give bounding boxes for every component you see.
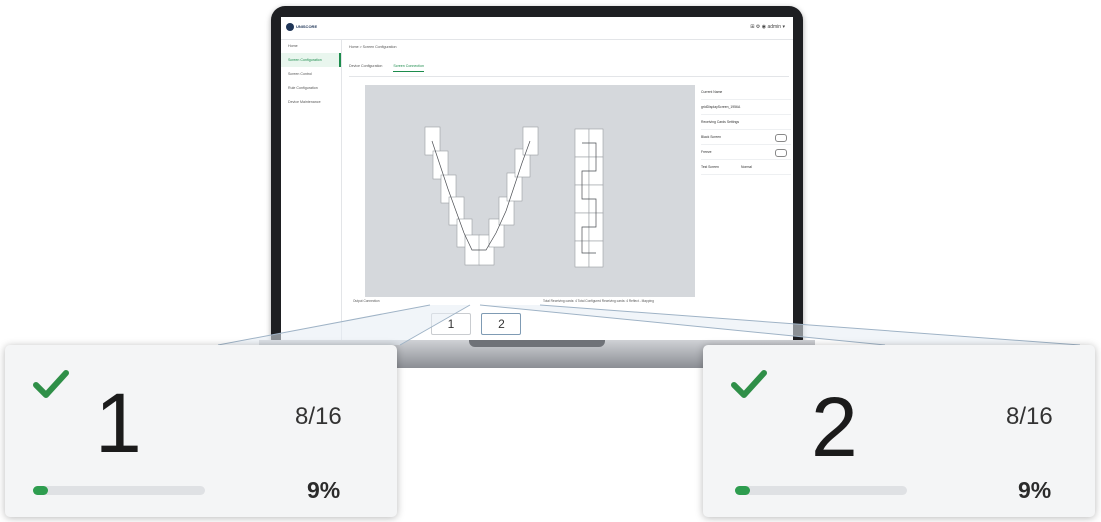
output-ratio: 8/16 xyxy=(1006,403,1053,430)
output-card-2[interactable]: 2 8/16 9% xyxy=(703,345,1095,517)
progress-fill xyxy=(735,486,751,495)
output-card-1[interactable]: 1 8/16 9% xyxy=(5,345,397,517)
output-ratio: 8/16 xyxy=(295,403,342,430)
checkmark-icon xyxy=(731,370,767,398)
checkmark-icon xyxy=(33,370,69,398)
progress-fill xyxy=(33,486,49,495)
progress-bar xyxy=(33,486,205,495)
output-number: 1 xyxy=(95,376,142,470)
progress-percent: 9% xyxy=(307,477,341,503)
output-number: 2 xyxy=(811,380,858,474)
progress-bar xyxy=(735,486,907,495)
progress-percent: 9% xyxy=(1018,477,1052,503)
